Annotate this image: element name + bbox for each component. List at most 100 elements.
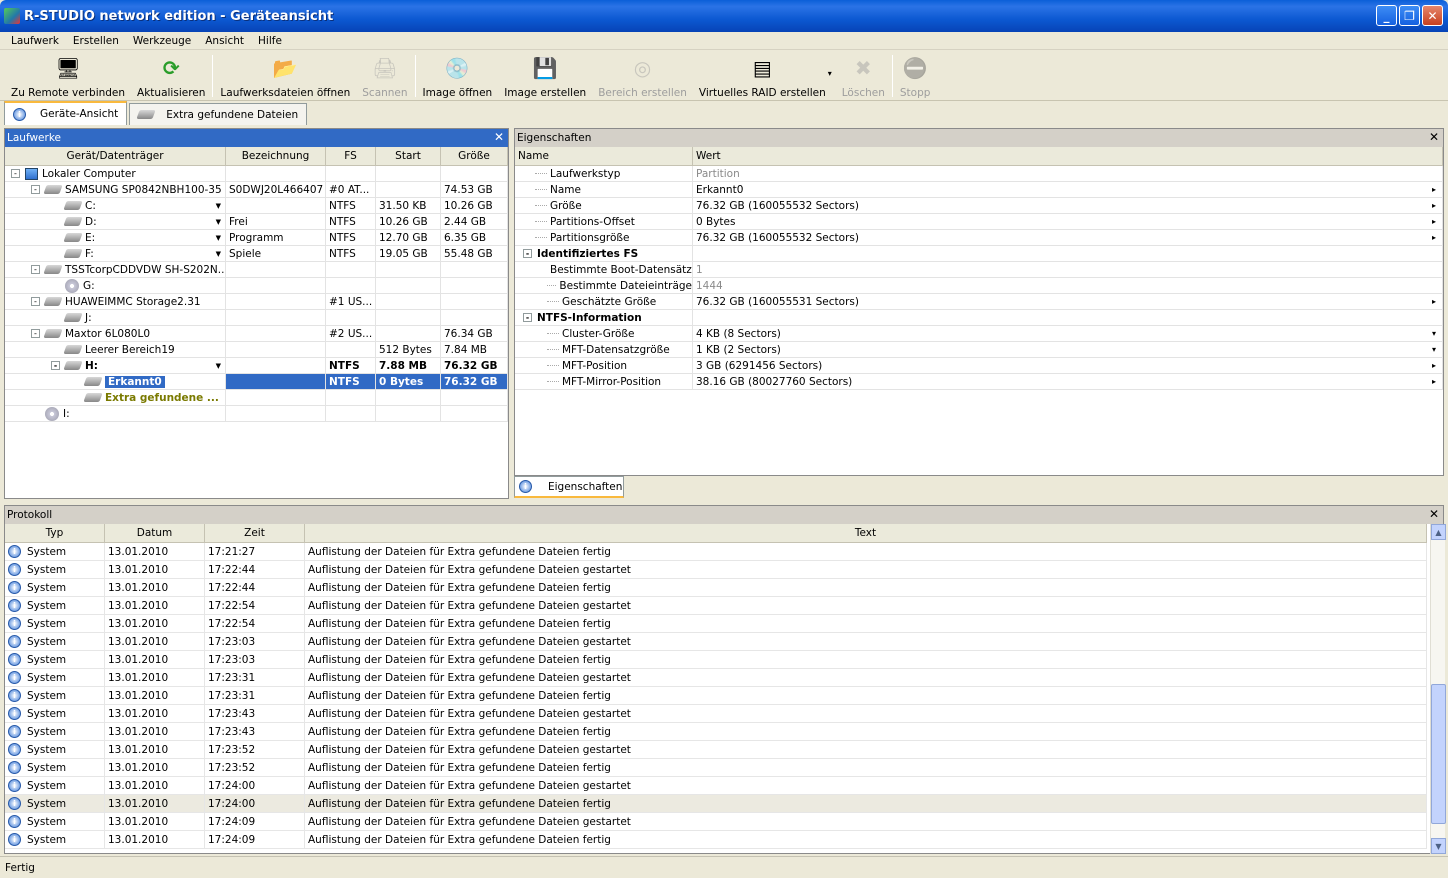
tree-row[interactable]: - SAMSUNG SP0842NBH100-35 S0DWJ20L466407 #0… xyxy=(5,182,508,198)
log-row[interactable]: i System 13.01.2010 17:21:27 Auflistung der … xyxy=(5,543,1427,561)
tree-row[interactable]: F: ▼ Spiele NTFS 19.05 GB 55.48 GB xyxy=(5,246,508,262)
expand-collapse-icon[interactable]: - xyxy=(11,169,20,178)
log-row[interactable]: i System 13.01.2010 17:24:09 Auflistung der … xyxy=(5,813,1427,831)
column-header[interactable]: Wert xyxy=(693,147,1443,165)
log-row[interactable]: i System 13.01.2010 17:23:52 Auflistung der … xyxy=(5,759,1427,777)
chevron-down-icon[interactable]: ▼ xyxy=(216,250,221,258)
tree-row[interactable]: - Lokaler Computer xyxy=(5,166,508,182)
menu-item-erstellen[interactable]: Erstellen xyxy=(66,35,126,47)
log-row[interactable]: i System 13.01.2010 17:24:00 Auflistung der … xyxy=(5,795,1427,813)
chevron-right-icon[interactable]: ▸ xyxy=(1432,233,1436,242)
chevron-right-icon[interactable]: ▸ xyxy=(1432,217,1436,226)
close-button[interactable]: ✕ xyxy=(1422,5,1443,26)
chevron-down-icon[interactable]: ▼ xyxy=(216,202,221,210)
log-row[interactable]: i System 13.01.2010 17:22:44 Auflistung der … xyxy=(5,561,1427,579)
log-row[interactable]: i System 13.01.2010 17:23:43 Auflistung der … xyxy=(5,705,1427,723)
tree-row[interactable]: Erkannt0 NTFS 0 Bytes 76.32 GB xyxy=(5,374,508,390)
expand-collapse-icon[interactable]: - xyxy=(31,185,40,194)
chevron-right-icon[interactable]: ▸ xyxy=(1432,185,1436,194)
chevron-down-icon[interactable]: ▾ xyxy=(828,51,832,78)
property-row[interactable]: Bestimmte Boot-Datensätze 1 xyxy=(515,262,1443,278)
chevron-down-icon[interactable]: ▼ xyxy=(216,234,221,242)
log-row[interactable]: i System 13.01.2010 17:22:54 Auflistung der … xyxy=(5,615,1427,633)
log-row[interactable]: i System 13.01.2010 17:23:31 Auflistung der … xyxy=(5,687,1427,705)
scroll-up-icon[interactable]: ▲ xyxy=(1431,524,1446,540)
maximize-button[interactable]: ❐ xyxy=(1399,5,1420,26)
column-header[interactable]: Größe xyxy=(441,147,508,165)
property-row[interactable]: Laufwerkstyp Partition xyxy=(515,166,1443,182)
tree-row[interactable]: J: xyxy=(5,310,508,326)
scroll-thumb[interactable] xyxy=(1431,684,1446,824)
tree-row[interactable]: - H: ▼ NTFS 7.88 MB 76.32 GB xyxy=(5,358,508,374)
property-row[interactable]: MFT-Mirror-Position 38.16 GB (80027760 Se… xyxy=(515,374,1443,390)
tree-row[interactable]: - Maxtor 6L080L0 #2 US... 76.34 GB xyxy=(5,326,508,342)
log-row[interactable]: i System 13.01.2010 17:22:54 Auflistung der … xyxy=(5,597,1427,615)
log-row[interactable]: i System 13.01.2010 17:22:44 Auflistung der … xyxy=(5,579,1427,597)
chevron-right-icon[interactable]: ▸ xyxy=(1432,297,1436,306)
tree-row[interactable]: G: xyxy=(5,278,508,294)
log-scrollbar[interactable]: ▲ ▼ xyxy=(1430,524,1446,854)
toolbar-button-0[interactable]: 🖥 Zu Remote verbinden xyxy=(5,51,131,99)
menu-item-ansicht[interactable]: Ansicht xyxy=(198,35,251,47)
column-header[interactable]: Zeit xyxy=(205,524,305,542)
chevron-down-icon[interactable]: ▼ xyxy=(216,362,221,370)
property-row[interactable]: Partitionsgröße 76.32 GB (160055532 Secto… xyxy=(515,230,1443,246)
tab-1[interactable]: Extra gefundene Dateien xyxy=(129,103,308,125)
property-row[interactable]: Partitions-Offset 0 Bytes ▸ xyxy=(515,214,1443,230)
chevron-down-icon[interactable]: ▾ xyxy=(1432,329,1436,338)
toolbar-button-2[interactable]: 📂 Laufwerksdateien öffnen xyxy=(214,51,356,99)
toolbar-button-1[interactable]: ⟳ Aktualisieren xyxy=(131,51,211,99)
log-row[interactable]: i System 13.01.2010 17:23:03 Auflistung der … xyxy=(5,651,1427,669)
tree-row[interactable]: D: ▼ Frei NTFS 10.26 GB 2.44 GB xyxy=(5,214,508,230)
close-icon[interactable]: ✕ xyxy=(1429,130,1439,144)
tab-0[interactable]: i Geräte-Ansicht xyxy=(4,101,128,125)
chevron-right-icon[interactable]: ▸ xyxy=(1432,201,1436,210)
tree-row[interactable]: Extra gefundene ... xyxy=(5,390,508,406)
toolbar-button-7[interactable]: ▤ Virtuelles RAID erstellen xyxy=(693,51,832,99)
column-header[interactable]: Name xyxy=(515,147,693,165)
expand-collapse-icon[interactable]: - xyxy=(51,361,60,370)
property-row[interactable]: Cluster-Größe 4 KB (8 Sectors) ▾ xyxy=(515,326,1443,342)
toolbar-button-6[interactable]: ◎ Bereich erstellen xyxy=(592,51,693,99)
log-row[interactable]: i System 13.01.2010 17:23:43 Auflistung der … xyxy=(5,723,1427,741)
tree-row[interactable]: Leerer Bereich19 512 Bytes 7.84 MB xyxy=(5,342,508,358)
chevron-down-icon[interactable]: ▾ xyxy=(1432,345,1436,354)
toolbar-button-5[interactable]: 💾 Image erstellen xyxy=(498,51,592,99)
expand-collapse-icon[interactable]: - xyxy=(31,265,40,274)
tree-row[interactable]: E: ▼ Programm NTFS 12.70 GB 6.35 GB xyxy=(5,230,508,246)
menu-item-laufwerk[interactable]: Laufwerk xyxy=(4,35,66,47)
log-row[interactable]: i System 13.01.2010 17:24:09 Auflistung der … xyxy=(5,831,1427,849)
close-icon[interactable]: ✕ xyxy=(494,130,504,144)
property-row[interactable]: Name Erkannt0 ▸ xyxy=(515,182,1443,198)
property-row[interactable]: Geschätzte Größe 76.32 GB (160055531 Sect… xyxy=(515,294,1443,310)
property-row[interactable]: Bestimmte Dateieinträge 1444 xyxy=(515,278,1443,294)
expand-collapse-icon[interactable]: - xyxy=(31,297,40,306)
toolbar-button-3[interactable]: 🖨 Scannen xyxy=(356,51,413,99)
tree-row[interactable]: C: ▼ NTFS 31.50 KB 10.26 GB xyxy=(5,198,508,214)
close-icon[interactable]: ✕ xyxy=(1429,507,1439,521)
chevron-right-icon[interactable]: ▸ xyxy=(1432,361,1436,370)
scroll-down-icon[interactable]: ▼ xyxy=(1431,838,1446,854)
expand-collapse-icon[interactable]: - xyxy=(523,249,532,258)
tree-row[interactable]: I: xyxy=(5,406,508,422)
toolbar-button-4[interactable]: 💿 Image öffnen xyxy=(417,51,499,99)
menu-item-hilfe[interactable]: Hilfe xyxy=(251,35,289,47)
chevron-down-icon[interactable]: ▼ xyxy=(216,218,221,226)
column-header[interactable]: Text xyxy=(305,524,1427,542)
property-group[interactable]: - Identifiziertes FS xyxy=(515,246,1443,262)
property-row[interactable]: MFT-Datensatzgröße 1 KB (2 Sectors) ▾ xyxy=(515,342,1443,358)
log-row[interactable]: i System 13.01.2010 17:23:52 Auflistung der … xyxy=(5,741,1427,759)
tab-properties[interactable]: i Eigenschaften xyxy=(514,476,624,498)
expand-collapse-icon[interactable]: - xyxy=(523,313,532,322)
minimize-button[interactable]: _ xyxy=(1376,5,1397,26)
column-header[interactable]: FS xyxy=(326,147,376,165)
column-header[interactable]: Start xyxy=(376,147,441,165)
tree-row[interactable]: - TSSTcorpCDDVDW SH-S202N... xyxy=(5,262,508,278)
property-row[interactable]: MFT-Position 3 GB (6291456 Sectors) ▸ xyxy=(515,358,1443,374)
log-row[interactable]: i System 13.01.2010 17:24:00 Auflistung der … xyxy=(5,777,1427,795)
property-row[interactable]: Größe 76.32 GB (160055532 Sectors) ▸ xyxy=(515,198,1443,214)
tree-row[interactable]: - HUAWEIMMC Storage2.31 #1 US... xyxy=(5,294,508,310)
column-header[interactable]: Bezeichnung xyxy=(226,147,326,165)
column-header[interactable]: Gerät/Datenträger xyxy=(5,147,226,165)
log-row[interactable]: i System 13.01.2010 17:23:03 Auflistung der … xyxy=(5,633,1427,651)
